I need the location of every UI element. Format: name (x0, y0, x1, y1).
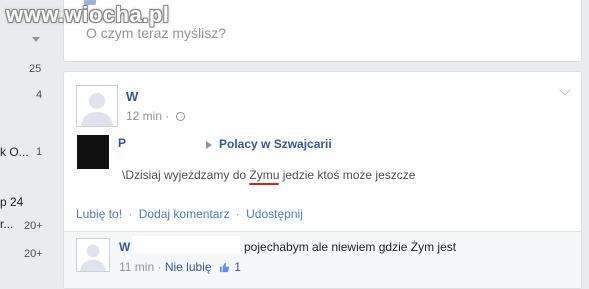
unlike-link[interactable]: Nie lubię (165, 260, 212, 274)
shared-author-name[interactable]: P (118, 136, 126, 150)
post-time: 12 min (126, 109, 163, 123)
chevron-down-icon[interactable] (32, 37, 40, 42)
left-rail-item[interactable]: p 24 (0, 195, 23, 209)
left-rail-item[interactable]: k O... (0, 145, 29, 159)
post-actions: Lubię to! · Dodaj komentarz · Udostępnij (76, 207, 303, 221)
post-card: W 12 min · P Polacy w Szwajcarii \Dzisia… (63, 71, 582, 289)
left-rail: 25 4 k O... 1 p 24 r... 20+ 20+ (0, 0, 52, 282)
author-avatar[interactable] (76, 85, 118, 127)
share-arrow-icon (206, 141, 212, 149)
share-link[interactable]: Udostępnij (246, 207, 303, 221)
globe-icon (175, 112, 185, 121)
like-count[interactable]: 1 (234, 260, 241, 274)
group-link[interactable]: Polacy w Szwajcarii (219, 137, 332, 151)
left-rail-item[interactable]: r... (0, 217, 13, 231)
comment-text: pojechabym ale niewiem gdzie Żym jest (244, 240, 457, 254)
left-rail-count: 4 (36, 89, 43, 101)
post-options-chevron-icon[interactable] (559, 84, 571, 96)
shared-author-avatar[interactable] (77, 135, 109, 169)
post-timestamp[interactable]: 12 min · (126, 109, 185, 123)
like-link[interactable]: Lubię to! (76, 207, 122, 221)
misspelled-word: Żymu (249, 168, 280, 185)
comment-link[interactable]: Dodaj komentarz (139, 207, 230, 221)
redacted-name (132, 236, 240, 254)
comment-meta: 11 min · Nie lubię 1 (119, 260, 241, 274)
post-text: \Dzisiaj wyjeżdzamy do Żymu jedzie ktoś … (122, 168, 416, 185)
comment-author-avatar[interactable] (76, 238, 110, 272)
watermark-logo: www.wiocha.pl (6, 2, 170, 27)
comment-author-name[interactable]: W (119, 240, 130, 254)
default-avatar-icon (77, 86, 117, 126)
thumbs-up-icon (219, 262, 230, 273)
post-author-name[interactable]: W (126, 89, 138, 104)
left-rail-count: 20+ (24, 248, 43, 260)
default-avatar-icon (77, 239, 109, 271)
comment-time[interactable]: 11 min (119, 260, 154, 274)
left-rail-count: 1 (36, 146, 43, 158)
left-rail-count: 20+ (24, 220, 43, 232)
left-rail-count: 25 (29, 63, 42, 75)
